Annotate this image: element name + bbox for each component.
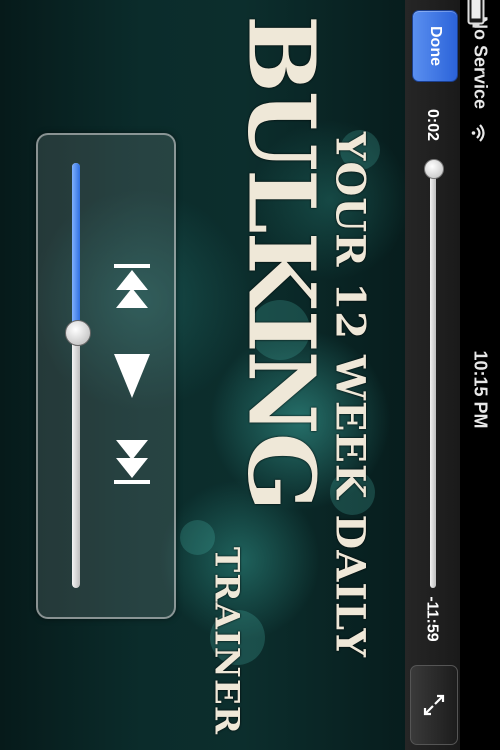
- video-title-line1: YOUR 12 WEEK DAILY: [326, 131, 374, 659]
- volume-thumb[interactable]: [65, 320, 91, 346]
- scale-button[interactable]: [410, 665, 458, 745]
- bokeh-decoration: [330, 470, 375, 515]
- done-button-label: Done: [427, 26, 444, 66]
- bokeh-decoration: [180, 520, 215, 555]
- elapsed-time: 0:02: [424, 108, 442, 142]
- status-time: 10:15 PM: [470, 350, 491, 429]
- carrier-label: No Service: [470, 15, 491, 110]
- bokeh-decoration: [340, 130, 380, 170]
- bokeh-decoration: [250, 300, 310, 360]
- wifi-icon: [471, 123, 487, 143]
- skip-back-icon[interactable]: [112, 260, 152, 317]
- play-icon[interactable]: [112, 352, 152, 405]
- scrubber-track[interactable]: [430, 168, 436, 588]
- skip-forward-icon[interactable]: [112, 436, 152, 493]
- volume-fill: [72, 163, 80, 333]
- controls-panel: [36, 133, 176, 619]
- expand-arrows-icon: [423, 694, 445, 716]
- battery-icon: [467, 0, 485, 25]
- done-button[interactable]: Done: [412, 10, 458, 82]
- remaining-time: -11:59: [423, 596, 441, 642]
- bokeh-decoration: [210, 610, 265, 665]
- status-bar: No Service 10:15 PM: [460, 0, 500, 750]
